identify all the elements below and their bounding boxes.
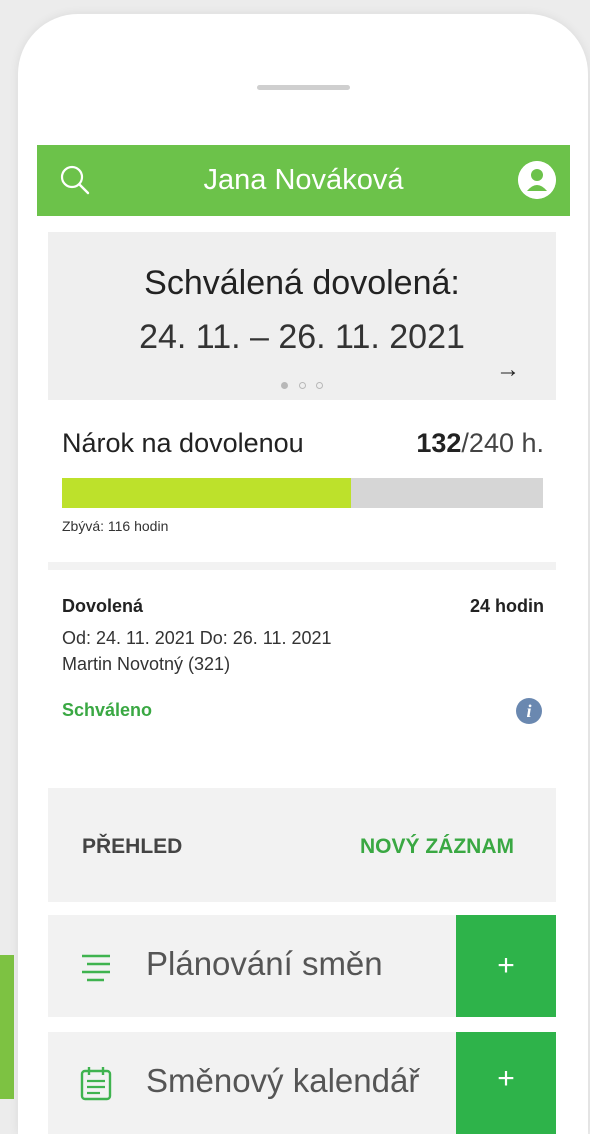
tab-overview[interactable]: PŘEHLED	[82, 835, 182, 859]
menu-item-shift-planning[interactable]: Plánování směn +	[48, 915, 556, 1017]
arrow-right-icon[interactable]: →	[496, 356, 520, 384]
left-edge-stripe	[0, 955, 14, 1099]
approved-leave-carousel[interactable]: Schválená dovolená: 24. 11. – 26. 11. 20…	[48, 232, 556, 400]
entitlement-progress-fill	[62, 478, 351, 508]
record-type: Dovolená	[62, 596, 144, 616]
carousel-dot[interactable]	[298, 382, 306, 389]
calendar-list-icon	[80, 1067, 112, 1101]
menu-item-label: Směnový kalendář	[146, 1062, 420, 1099]
record-hours: 24 hodin	[469, 596, 544, 616]
section-divider	[48, 562, 556, 570]
tab-bar: PŘEHLED NOVÝ ZÁZNAM	[48, 788, 556, 902]
app-header: Jana Nováková	[37, 145, 570, 216]
menu-item-shift-calendar[interactable]: Směnový kalendář +	[48, 1032, 556, 1134]
carousel-dot[interactable]	[315, 382, 323, 389]
carousel-heading: Schválená dovolená:	[144, 264, 460, 302]
leave-record-card[interactable]: Dovolená 24 hodin Od: 24. 11. 2021 Do: 2…	[48, 570, 556, 750]
add-shift-planning-button[interactable]: +	[456, 915, 556, 1017]
carousel-dot-active[interactable]	[281, 382, 289, 389]
tab-new-record[interactable]: NOVÝ ZÁZNAM	[360, 835, 514, 859]
entitlement-total: /240 h.	[461, 428, 544, 458]
entitlement-value: 132/240 h.	[416, 428, 544, 459]
leave-entitlement-card: Nárok na dovolenou 132/240 h. Zbývá: 116…	[48, 410, 556, 558]
carousel-dates: 24. 11. – 26. 11. 2021	[139, 318, 465, 356]
entitlement-label: Nárok na dovolenou	[62, 428, 304, 458]
list-lines-icon	[82, 954, 110, 982]
user-profile-icon[interactable]	[518, 161, 556, 199]
record-status: Schváleno	[62, 700, 153, 720]
record-person: Martin Novotný (321)	[62, 654, 231, 674]
entitlement-progress-bar	[62, 478, 543, 508]
menu-item-label: Plánování směn	[146, 945, 383, 982]
phone-notch	[257, 85, 350, 90]
record-date-range: Od: 24. 11. 2021 Do: 26. 11. 2021	[62, 628, 332, 648]
entitlement-used: 132	[416, 428, 462, 458]
add-shift-calendar-button[interactable]: +	[456, 1032, 556, 1134]
carousel-pagination	[48, 376, 556, 394]
entitlement-remaining: Zbývá: 116 hodin	[62, 518, 169, 534]
page-title: Jana Nováková	[203, 164, 404, 196]
info-icon[interactable]: i	[516, 698, 542, 724]
